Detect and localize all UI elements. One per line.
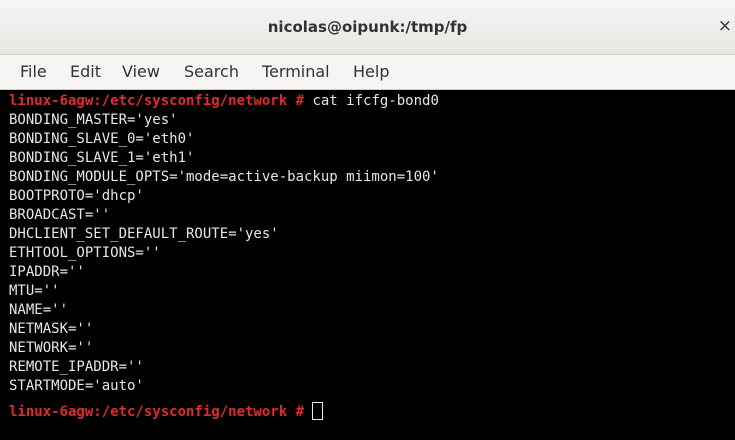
output-line: NETMASK='' [9, 321, 94, 337]
close-icon[interactable]: × [718, 16, 732, 36]
menu-help[interactable]: Help [353, 62, 389, 81]
shell-prompt: linux-6agw:/etc/sysconfig/network # [9, 404, 305, 420]
title-bar[interactable]: nicolas@oipunk:/tmp/fp × [0, 0, 735, 55]
menu-file[interactable]: File [20, 62, 47, 81]
menu-view[interactable]: View [122, 62, 160, 81]
command-line: linux-6agw:/etc/sysconfig/network # cat … [9, 92, 439, 111]
output-line: STARTMODE='auto' [9, 378, 144, 394]
menu-terminal[interactable]: Terminal [262, 62, 330, 81]
window-title: nicolas@oipunk:/tmp/fp [267, 18, 468, 36]
output-line: BONDING_MASTER='yes' [9, 112, 178, 128]
output-line: DHCLIENT_SET_DEFAULT_ROUTE='yes' [9, 226, 279, 242]
text-cursor [312, 402, 324, 420]
command-text: cat ifcfg-bond0 [304, 93, 439, 109]
menu-search[interactable]: Search [184, 62, 239, 81]
output-line: REMOTE_IPADDR='' [9, 359, 144, 375]
shell-prompt: linux-6agw:/etc/sysconfig/network # [9, 93, 305, 109]
output-line: ETHTOOL_OPTIONS='' [9, 245, 161, 261]
menu-edit[interactable]: Edit [70, 62, 101, 81]
prompt-line: linux-6agw:/etc/sysconfig/network # [9, 402, 324, 421]
output-line: NETWORK='' [9, 340, 94, 356]
terminal-output-area[interactable]: linux-6agw:/etc/sysconfig/network # cat … [0, 90, 735, 440]
output-line: BROADCAST='' [9, 207, 111, 223]
output-line: IPADDR='' [9, 264, 85, 280]
output-line: MTU='' [9, 283, 60, 299]
output-line: BONDING_SLAVE_0='eth0' [9, 131, 195, 147]
output-line: NAME='' [9, 302, 69, 318]
output-line: BONDING_SLAVE_1='eth1' [9, 150, 195, 166]
terminal-window: nicolas@oipunk:/tmp/fp × File Edit View … [0, 0, 735, 440]
menu-bar: File Edit View Search Terminal Help [0, 55, 735, 90]
output-line: BOOTPROTO='dhcp' [9, 188, 144, 204]
output-line: BONDING_MODULE_OPTS='mode=active-backup … [9, 169, 439, 185]
